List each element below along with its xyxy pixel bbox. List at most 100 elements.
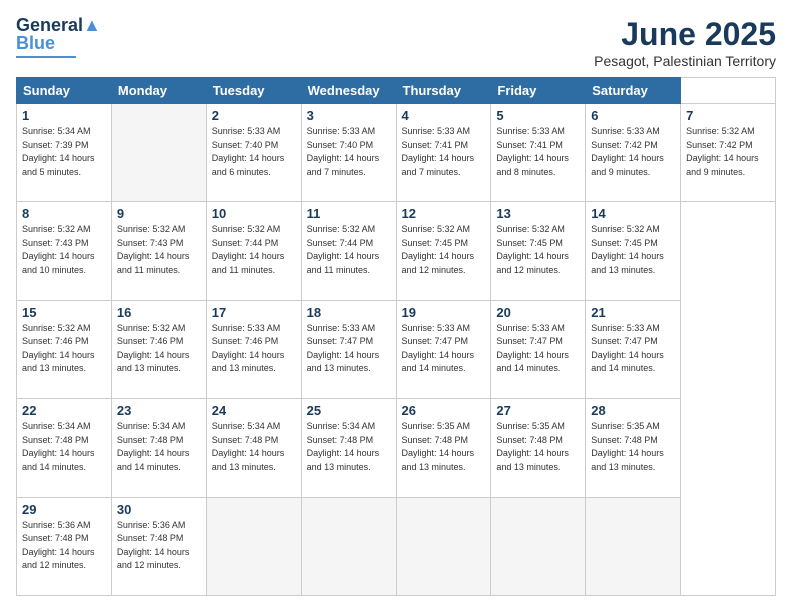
- calendar-week-4: 22 Sunrise: 5:34 AMSunset: 7:48 PMDayligh…: [17, 399, 776, 497]
- table-row: 10 Sunrise: 5:32 AMSunset: 7:44 PMDayligh…: [206, 202, 301, 300]
- day-info: Sunrise: 5:32 AMSunset: 7:44 PMDaylight:…: [212, 223, 296, 277]
- day-number: 22: [22, 403, 106, 418]
- day-number: 16: [117, 305, 201, 320]
- table-row: 16 Sunrise: 5:32 AMSunset: 7:46 PMDayligh…: [111, 300, 206, 398]
- table-row: 29 Sunrise: 5:36 AMSunset: 7:48 PMDayligh…: [17, 497, 112, 595]
- table-row: 4 Sunrise: 5:33 AMSunset: 7:41 PMDaylight…: [396, 104, 491, 202]
- table-row: 14 Sunrise: 5:32 AMSunset: 7:45 PMDayligh…: [586, 202, 681, 300]
- table-row: 3 Sunrise: 5:33 AMSunset: 7:40 PMDaylight…: [301, 104, 396, 202]
- day-number: 4: [402, 108, 486, 123]
- day-number: 29: [22, 502, 106, 517]
- day-info: Sunrise: 5:32 AMSunset: 7:46 PMDaylight:…: [117, 322, 201, 376]
- day-number: 7: [686, 108, 770, 123]
- day-info: Sunrise: 5:33 AMSunset: 7:41 PMDaylight:…: [402, 125, 486, 179]
- day-info: Sunrise: 5:33 AMSunset: 7:47 PMDaylight:…: [307, 322, 391, 376]
- table-row: 18 Sunrise: 5:33 AMSunset: 7:47 PMDayligh…: [301, 300, 396, 398]
- day-info: Sunrise: 5:32 AMSunset: 7:46 PMDaylight:…: [22, 322, 106, 376]
- table-row: 20 Sunrise: 5:33 AMSunset: 7:47 PMDayligh…: [491, 300, 586, 398]
- table-row: 1 Sunrise: 5:34 AMSunset: 7:39 PMDaylight…: [17, 104, 112, 202]
- col-wednesday: Wednesday: [301, 78, 396, 104]
- day-number: 12: [402, 206, 486, 221]
- day-info: Sunrise: 5:35 AMSunset: 7:48 PMDaylight:…: [496, 420, 580, 474]
- table-row: [301, 497, 396, 595]
- table-row: [206, 497, 301, 595]
- day-number: 11: [307, 206, 391, 221]
- col-tuesday: Tuesday: [206, 78, 301, 104]
- month-title: June 2025: [594, 16, 776, 53]
- calendar-week-1: 1 Sunrise: 5:34 AMSunset: 7:39 PMDaylight…: [17, 104, 776, 202]
- table-row: 25 Sunrise: 5:34 AMSunset: 7:48 PMDayligh…: [301, 399, 396, 497]
- day-number: 17: [212, 305, 296, 320]
- calendar-page: General▲ Blue June 2025 Pesagot, Palesti…: [0, 0, 792, 612]
- table-row: 13 Sunrise: 5:32 AMSunset: 7:45 PMDayligh…: [491, 202, 586, 300]
- day-number: 3: [307, 108, 391, 123]
- day-info: Sunrise: 5:32 AMSunset: 7:45 PMDaylight:…: [496, 223, 580, 277]
- table-row: 9 Sunrise: 5:32 AMSunset: 7:43 PMDaylight…: [111, 202, 206, 300]
- day-number: 15: [22, 305, 106, 320]
- day-number: 13: [496, 206, 580, 221]
- day-info: Sunrise: 5:33 AMSunset: 7:40 PMDaylight:…: [307, 125, 391, 179]
- page-header: General▲ Blue June 2025 Pesagot, Palesti…: [16, 16, 776, 69]
- day-info: Sunrise: 5:36 AMSunset: 7:48 PMDaylight:…: [117, 519, 201, 573]
- day-info: Sunrise: 5:33 AMSunset: 7:47 PMDaylight:…: [496, 322, 580, 376]
- day-info: Sunrise: 5:32 AMSunset: 7:43 PMDaylight:…: [22, 223, 106, 277]
- day-number: 27: [496, 403, 580, 418]
- title-block: June 2025 Pesagot, Palestinian Territory: [594, 16, 776, 69]
- logo-line: [16, 56, 76, 58]
- col-friday: Friday: [491, 78, 586, 104]
- table-row: 2 Sunrise: 5:33 AMSunset: 7:40 PMDaylight…: [206, 104, 301, 202]
- table-row: 11Sunrise: 5:32 AMSunset: 7:44 PMDayligh…: [301, 202, 396, 300]
- table-row: 17 Sunrise: 5:33 AMSunset: 7:46 PMDayligh…: [206, 300, 301, 398]
- calendar-week-3: 15 Sunrise: 5:32 AMSunset: 7:46 PMDayligh…: [17, 300, 776, 398]
- location-subtitle: Pesagot, Palestinian Territory: [594, 53, 776, 69]
- day-number: 9: [117, 206, 201, 221]
- table-row: 23Sunrise: 5:34 AMSunset: 7:48 PMDayligh…: [111, 399, 206, 497]
- day-info: Sunrise: 5:34 AMSunset: 7:48 PMDaylight:…: [307, 420, 391, 474]
- day-number: 19: [402, 305, 486, 320]
- logo-text2: Blue: [16, 34, 55, 54]
- day-info: Sunrise: 5:36 AMSunset: 7:48 PMDaylight:…: [22, 519, 106, 573]
- day-number: 2: [212, 108, 296, 123]
- table-row: 19 Sunrise: 5:33 AMSunset: 7:47 PMDayligh…: [396, 300, 491, 398]
- table-row: 12 Sunrise: 5:32 AMSunset: 7:45 PMDayligh…: [396, 202, 491, 300]
- day-info: Sunrise: 5:32 AMSunset: 7:45 PMDaylight:…: [591, 223, 675, 277]
- calendar-table: Sunday Monday Tuesday Wednesday Thursday…: [16, 77, 776, 596]
- table-row: 24 Sunrise: 5:34 AMSunset: 7:48 PMDayligh…: [206, 399, 301, 497]
- day-info: Sunrise: 5:33 AMSunset: 7:40 PMDaylight:…: [212, 125, 296, 179]
- calendar-week-5: 29 Sunrise: 5:36 AMSunset: 7:48 PMDayligh…: [17, 497, 776, 595]
- day-info: Sunrise: 5:35 AMSunset: 7:48 PMDaylight:…: [591, 420, 675, 474]
- day-info: Sunrise: 5:33 AMSunset: 7:41 PMDaylight:…: [496, 125, 580, 179]
- col-monday: Monday: [111, 78, 206, 104]
- col-sunday: Sunday: [17, 78, 112, 104]
- table-row: 8Sunrise: 5:32 AMSunset: 7:43 PMDaylight…: [17, 202, 112, 300]
- day-number: 26: [402, 403, 486, 418]
- table-row: [586, 497, 681, 595]
- day-number: 10: [212, 206, 296, 221]
- table-row: 7 Sunrise: 5:32 AMSunset: 7:42 PMDaylight…: [681, 104, 776, 202]
- day-info: Sunrise: 5:34 AMSunset: 7:39 PMDaylight:…: [22, 125, 106, 179]
- day-number: 25: [307, 403, 391, 418]
- day-number: 1: [22, 108, 106, 123]
- table-row: [396, 497, 491, 595]
- day-number: 5: [496, 108, 580, 123]
- day-number: 20: [496, 305, 580, 320]
- day-number: 18: [307, 305, 391, 320]
- day-info: Sunrise: 5:33 AMSunset: 7:47 PMDaylight:…: [402, 322, 486, 376]
- table-row: 6Sunrise: 5:33 AMSunset: 7:42 PMDaylight…: [586, 104, 681, 202]
- day-info: Sunrise: 5:32 AMSunset: 7:42 PMDaylight:…: [686, 125, 770, 179]
- day-info: Sunrise: 5:33 AMSunset: 7:46 PMDaylight:…: [212, 322, 296, 376]
- day-info: Sunrise: 5:35 AMSunset: 7:48 PMDaylight:…: [402, 420, 486, 474]
- day-info: Sunrise: 5:32 AMSunset: 7:43 PMDaylight:…: [117, 223, 201, 277]
- col-saturday: Saturday: [586, 78, 681, 104]
- day-number: 24: [212, 403, 296, 418]
- col-thursday: Thursday: [396, 78, 491, 104]
- day-number: 28: [591, 403, 675, 418]
- table-row: 27 Sunrise: 5:35 AMSunset: 7:48 PMDayligh…: [491, 399, 586, 497]
- day-number: 14: [591, 206, 675, 221]
- day-info: Sunrise: 5:34 AMSunset: 7:48 PMDaylight:…: [212, 420, 296, 474]
- table-row: 26 Sunrise: 5:35 AMSunset: 7:48 PMDayligh…: [396, 399, 491, 497]
- day-number: 30: [117, 502, 201, 517]
- day-info: Sunrise: 5:32 AMSunset: 7:45 PMDaylight:…: [402, 223, 486, 277]
- logo: General▲ Blue: [16, 16, 101, 58]
- calendar-week-2: 8Sunrise: 5:32 AMSunset: 7:43 PMDaylight…: [17, 202, 776, 300]
